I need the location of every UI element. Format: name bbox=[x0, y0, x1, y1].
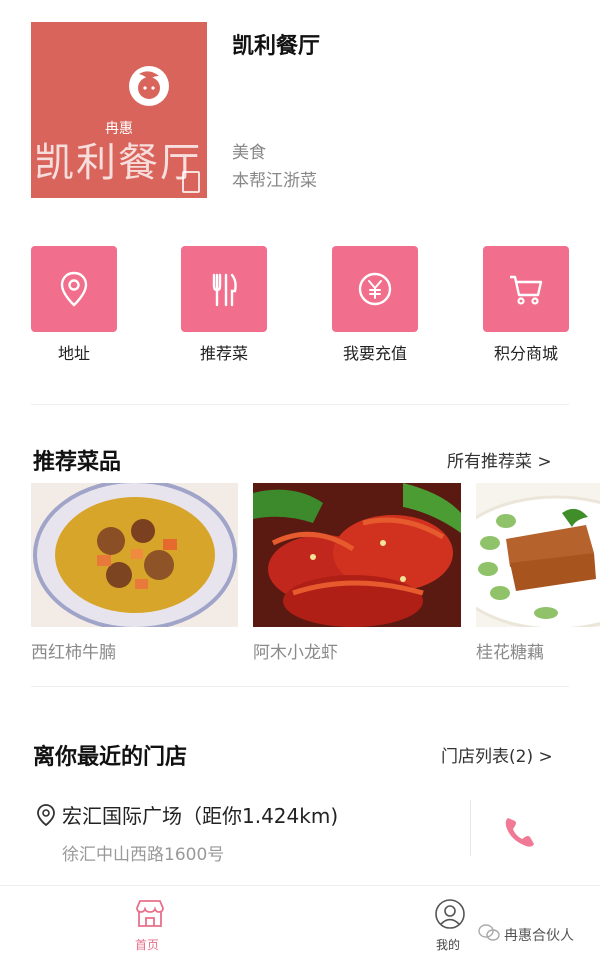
wechat-icon bbox=[478, 924, 500, 946]
divider bbox=[470, 800, 471, 856]
dish-image-lotus-root[interactable] bbox=[476, 483, 600, 627]
store-name[interactable]: 宏汇国际广场（距你1.424km) bbox=[62, 800, 338, 829]
recommended-dishes-label: 推荐菜 bbox=[199, 344, 248, 363]
recharge-label: 我要充值 bbox=[342, 344, 407, 363]
cup-icon bbox=[182, 171, 200, 193]
user-profile-icon bbox=[435, 899, 465, 929]
restaurant-cuisine: 本帮江浙菜 bbox=[232, 171, 317, 191]
recharge-button[interactable] bbox=[332, 246, 418, 332]
watermark-text: 冉惠合伙人 bbox=[504, 928, 574, 944]
logo-restaurant-name: 凯利餐厅 bbox=[34, 140, 202, 186]
phone-call-button[interactable] bbox=[500, 812, 540, 856]
address-label: 地址 bbox=[57, 344, 90, 363]
nav-home-label: 首页 bbox=[135, 938, 160, 952]
phone-icon bbox=[505, 818, 534, 847]
divider bbox=[31, 404, 569, 405]
restaurant-logo: 冉惠 凯利餐厅 bbox=[31, 22, 207, 198]
nav-mine-button[interactable] bbox=[434, 898, 466, 934]
points-mall-button[interactable] bbox=[483, 246, 569, 332]
yen-coin-icon bbox=[358, 272, 392, 306]
restaurant-category: 美食 bbox=[232, 143, 266, 163]
logo-mascot-icon bbox=[129, 66, 169, 106]
dish-image-beef-brisket[interactable] bbox=[31, 483, 238, 627]
nav-mine-label: 我的 bbox=[436, 938, 461, 952]
dish-image-crayfish[interactable] bbox=[253, 483, 461, 627]
nearest-store-title: 离你最近的门店 bbox=[33, 745, 188, 770]
all-recommended-link[interactable]: 所有推荐菜 > bbox=[447, 447, 552, 472]
recommended-dishes-button[interactable] bbox=[181, 246, 267, 332]
store-list-link[interactable]: 门店列表(2) > bbox=[441, 742, 553, 767]
divider bbox=[31, 686, 569, 687]
nav-home-button[interactable] bbox=[134, 898, 166, 932]
fork-knife-icon bbox=[212, 273, 237, 307]
store-location-icon bbox=[36, 803, 56, 831]
recommended-section-title: 推荐菜品 bbox=[33, 450, 122, 475]
dish-name-beef-brisket: 西红柿牛腩 bbox=[31, 643, 116, 663]
points-mall-label: 积分商城 bbox=[493, 344, 558, 363]
shopping-cart-icon bbox=[510, 275, 543, 305]
bottom-nav: 首页 我的 冉惠合伙人 bbox=[0, 885, 600, 967]
location-pin-icon bbox=[60, 271, 88, 307]
store-address: 徐汇中山西路1600号 bbox=[62, 845, 225, 865]
restaurant-name: 凯利餐厅 bbox=[232, 34, 321, 59]
storefront-icon bbox=[136, 900, 164, 927]
address-button[interactable] bbox=[31, 246, 117, 332]
dish-name-lotus-root: 桂花糖藕 bbox=[476, 643, 544, 663]
dish-name-crayfish: 阿木小龙虾 bbox=[253, 643, 338, 663]
